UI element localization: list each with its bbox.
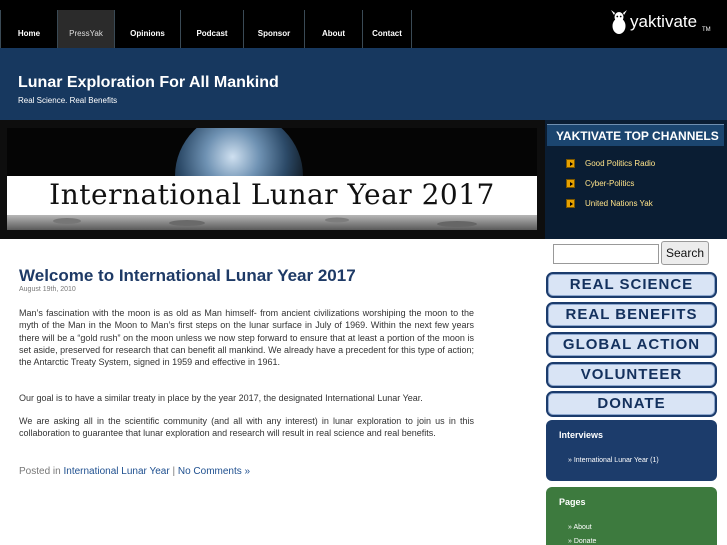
channel-label: United Nations Yak: [585, 199, 653, 208]
channel-label: Good Politics Radio: [585, 159, 656, 168]
play-bullet-icon: [566, 199, 575, 208]
site-header: Lunar Exploration For All Mankind Real S…: [0, 48, 727, 120]
banner-image: International Lunar Year 2017: [7, 128, 537, 230]
site-tagline: Real Science. Real Benefits: [18, 96, 118, 105]
yak-icon: [611, 10, 627, 34]
post-title[interactable]: Welcome to International Lunar Year 2017: [19, 266, 356, 286]
nav-podcast[interactable]: Podcast: [180, 10, 243, 48]
comments-link[interactable]: No Comments »: [178, 466, 250, 477]
yaktivate-logo[interactable]: yaktivate TM: [610, 8, 720, 38]
logo-wordmark: yaktivate: [630, 12, 698, 31]
search-button[interactable]: Search: [661, 241, 709, 265]
search-input[interactable]: [553, 244, 659, 264]
nav-about[interactable]: About: [304, 10, 362, 48]
play-bullet-icon: [566, 179, 575, 188]
channels-heading: YAKTIVATE TOP CHANNELS: [556, 129, 719, 143]
post-meta: Posted in International Lunar Year | No …: [19, 466, 250, 477]
nav-home[interactable]: Home: [0, 10, 57, 48]
global-action-button[interactable]: GLOBAL ACTION: [546, 332, 717, 358]
post-paragraph: Our goal is to have a similar treaty in …: [19, 393, 423, 403]
channel-label: Cyber-Politics: [585, 179, 635, 188]
volunteer-button[interactable]: VOLUNTEER: [546, 362, 717, 388]
channels-heading-bar: YAKTIVATE TOP CHANNELS: [547, 124, 724, 146]
pages-widget: Pages » About » Donate: [546, 487, 717, 545]
real-science-button[interactable]: REAL SCIENCE: [546, 272, 717, 298]
pages-item-about[interactable]: » About: [568, 524, 592, 531]
pages-item-donate[interactable]: » Donate: [568, 538, 596, 545]
pages-title: Pages: [559, 497, 586, 507]
banner-title: International Lunar Year 2017: [49, 178, 495, 211]
play-bullet-icon: [566, 159, 575, 168]
meta-separator: |: [172, 466, 176, 477]
posted-in-label: Posted in: [19, 466, 61, 477]
top-navigation: Home PressYak Opinions Podcast Sponsor A…: [0, 0, 727, 48]
nav-sponsor[interactable]: Sponsor: [243, 10, 304, 48]
post-date: August 19th, 2010: [19, 286, 76, 293]
nav-contact[interactable]: Contact: [362, 10, 412, 48]
donate-button[interactable]: DONATE: [546, 391, 717, 417]
post-paragraph: Man’s fascination with the moon is as ol…: [19, 308, 474, 368]
nav-pressyak[interactable]: PressYak: [57, 10, 114, 48]
nav-opinions[interactable]: Opinions: [114, 10, 180, 48]
interviews-item[interactable]: » International Lunar Year (1): [568, 457, 659, 464]
interviews-title: Interviews: [559, 430, 604, 440]
interviews-widget: Interviews » International Lunar Year (1…: [546, 420, 717, 481]
post-paragraph: We are asking all in the scientific comm…: [19, 416, 474, 439]
site-title[interactable]: Lunar Exploration For All Mankind: [18, 74, 279, 92]
trademark-mark: TM: [702, 27, 711, 33]
real-benefits-button[interactable]: REAL BENEFITS: [546, 302, 717, 328]
category-link[interactable]: International Lunar Year: [63, 466, 169, 477]
